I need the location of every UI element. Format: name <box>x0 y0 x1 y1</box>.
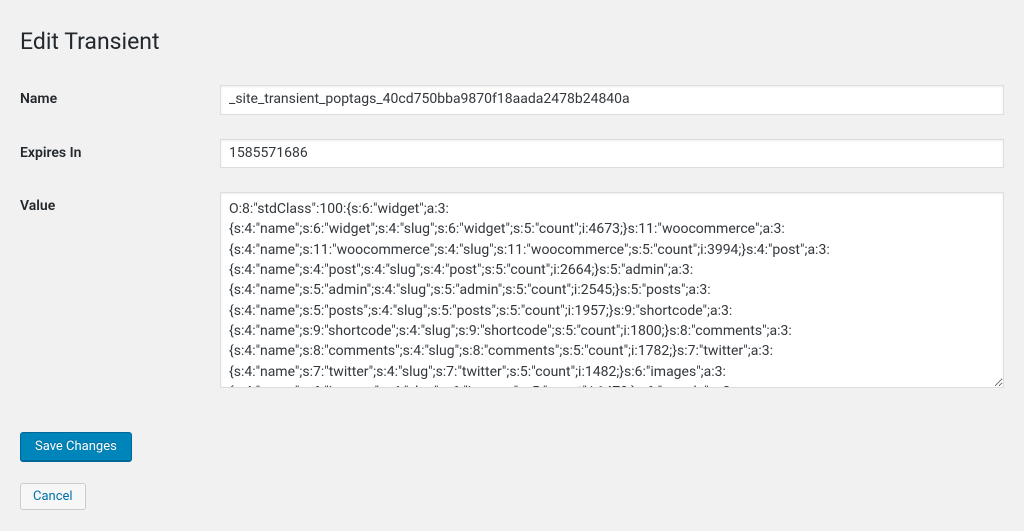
page-title: Edit Transient <box>20 28 1004 55</box>
submit-row: Save Changes <box>20 432 1004 461</box>
form-table: Name Expires In Value <box>20 73 1004 404</box>
name-label: Name <box>20 73 220 127</box>
expires-input[interactable] <box>220 139 1004 169</box>
name-input[interactable] <box>220 85 1004 115</box>
row-value: Value <box>20 180 1004 404</box>
value-label: Value <box>20 180 220 404</box>
expires-label: Expires In <box>20 127 220 181</box>
row-name: Name <box>20 73 1004 127</box>
save-button[interactable]: Save Changes <box>20 432 132 461</box>
row-expires: Expires In <box>20 127 1004 181</box>
cancel-button[interactable]: Cancel <box>20 483 86 510</box>
value-textarea[interactable] <box>220 192 1004 388</box>
edit-transient-wrap: Edit Transient Name Expires In Value Sav… <box>0 0 1024 530</box>
